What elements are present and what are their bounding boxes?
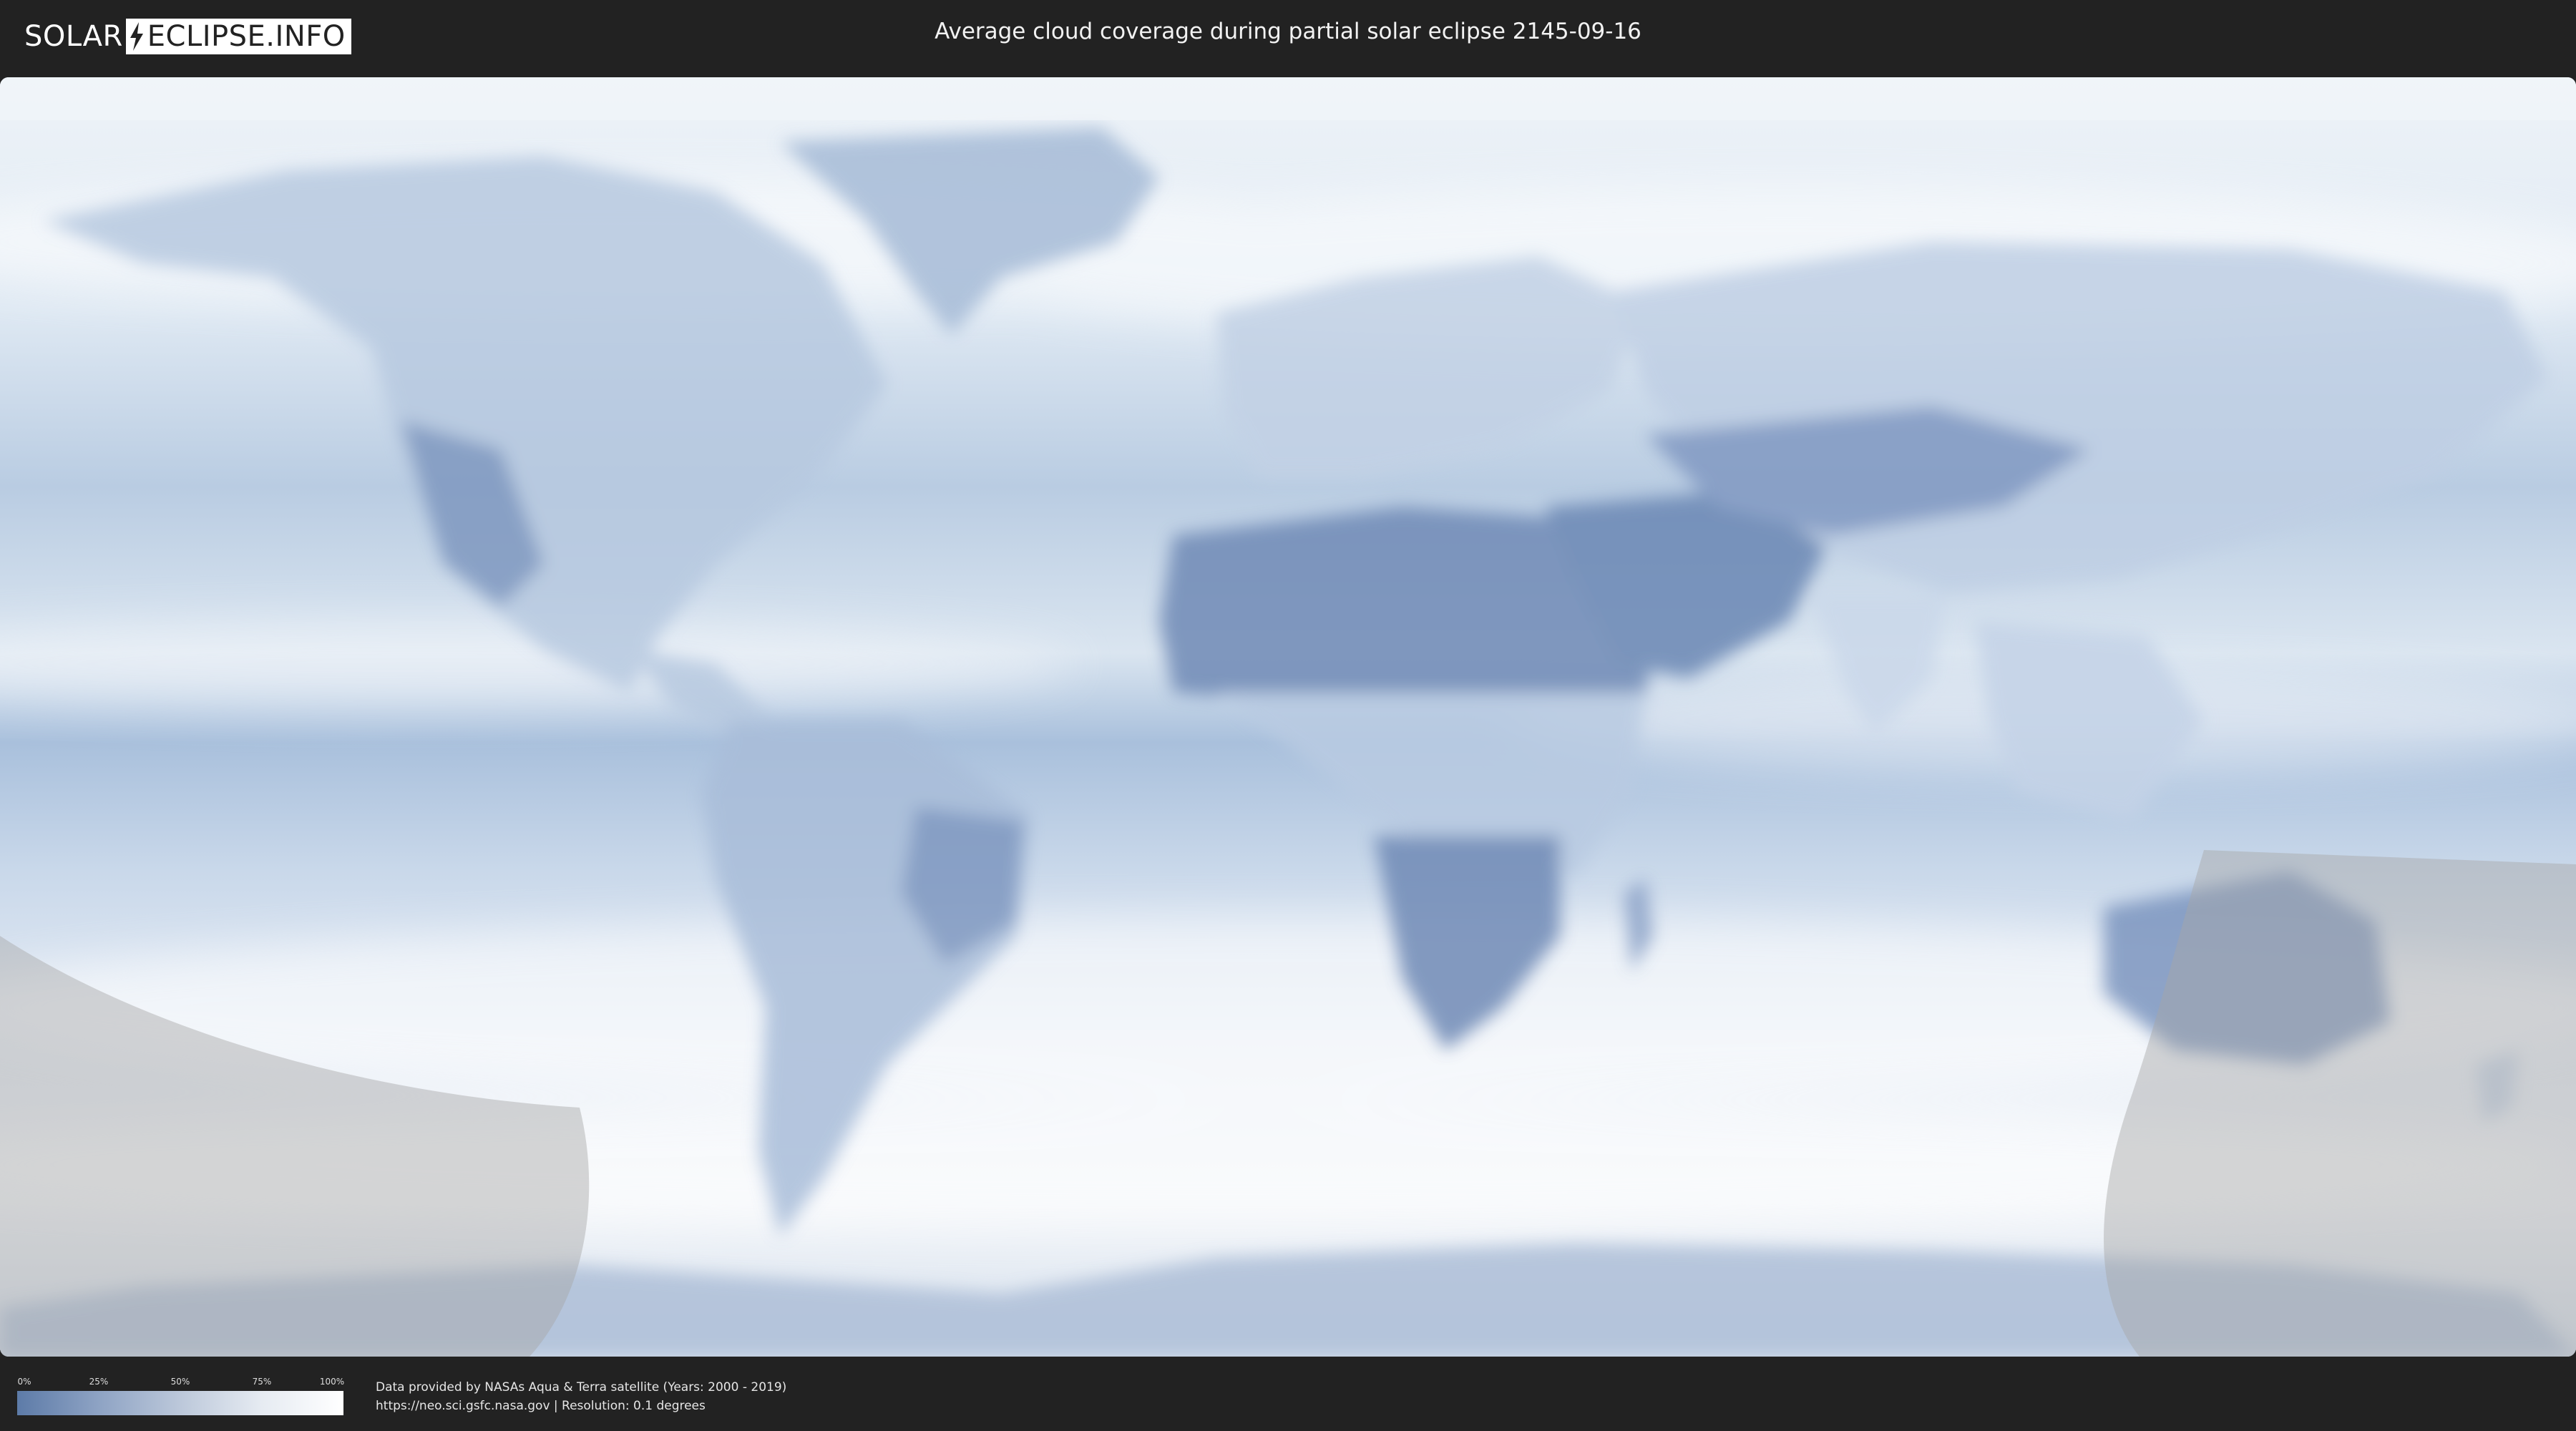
header-bar: SOLAR ECLIPSE.INFO Average cloud coverag… bbox=[0, 0, 2576, 72]
legend-color-bar bbox=[17, 1391, 343, 1415]
cloud-coverage-legend: 0% 25% 50% 75% 100% bbox=[17, 1377, 345, 1415]
cloud-coverage-map[interactable] bbox=[0, 77, 2576, 1357]
map-canvas bbox=[0, 77, 2576, 1357]
polar-haze-top bbox=[0, 77, 2576, 120]
footer-bar: 0% 25% 50% 75% 100% Data provided by NAS… bbox=[0, 1357, 2576, 1431]
legend-ticks: 0% 25% 50% 75% 100% bbox=[17, 1377, 345, 1388]
data-credits: Data provided by NASAs Aqua & Terra sate… bbox=[376, 1378, 786, 1415]
legend-tick: 0% bbox=[17, 1377, 31, 1387]
credits-source: Data provided by NASAs Aqua & Terra sate… bbox=[376, 1380, 787, 1395]
legend-tick: 100% bbox=[319, 1377, 345, 1387]
page-title: Average cloud coverage during partial so… bbox=[935, 19, 1641, 44]
legend-tick: 50% bbox=[170, 1377, 190, 1387]
credits-link[interactable]: https://neo.sci.gsfc.nasa.gov | Resoluti… bbox=[376, 1397, 786, 1415]
legend-tick: 75% bbox=[252, 1377, 272, 1387]
legend-tick: 25% bbox=[89, 1377, 109, 1387]
